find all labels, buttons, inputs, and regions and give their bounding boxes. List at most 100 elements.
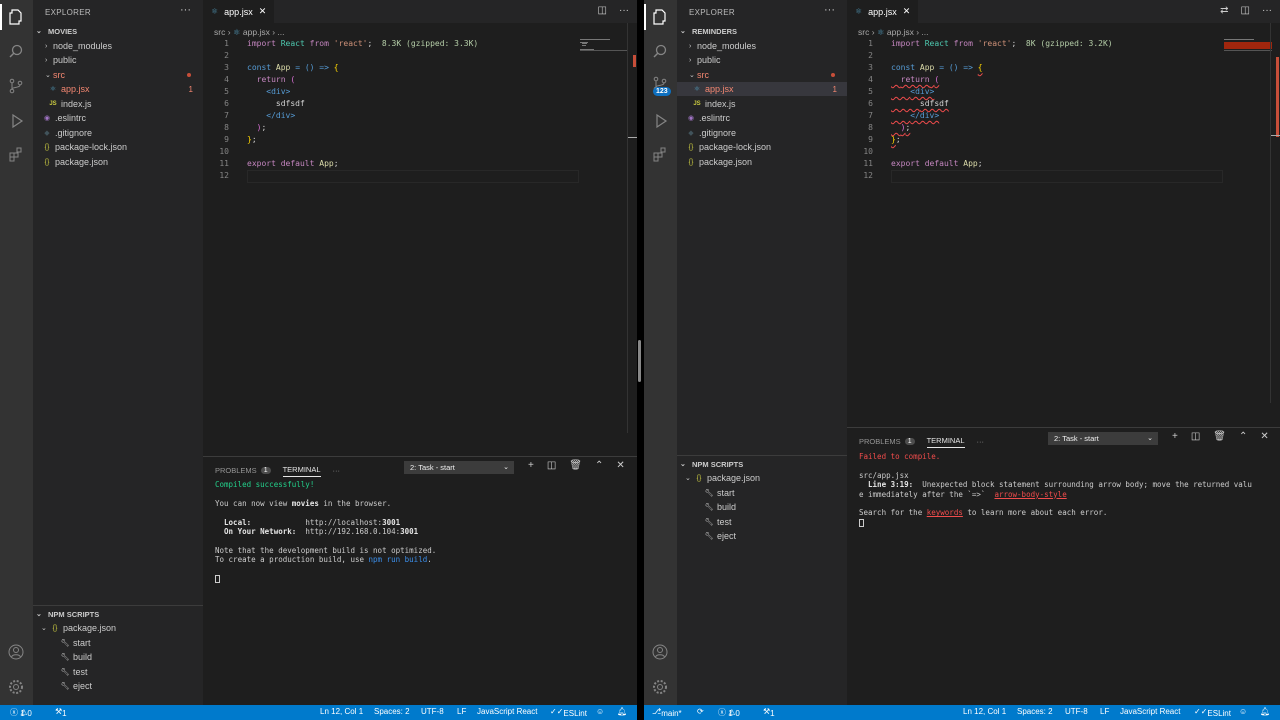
split-terminal-icon[interactable]: ◫ [1191,431,1200,442]
tree-item-src[interactable]: ⌄ src [33,68,203,82]
bell-icon[interactable]: 🔔︎ [617,707,627,716]
language-mode[interactable]: JavaScript React [1120,707,1180,716]
add-terminal-icon[interactable]: + [1172,431,1178,442]
end-of-line[interactable]: LF [1100,707,1109,716]
tab-terminal[interactable]: TERMINAL [926,434,965,448]
npm-script-test[interactable]: 🔧︎ test [677,515,847,529]
close-icon[interactable]: ✕ [903,6,911,17]
maximize-panel-icon[interactable]: ⌃ [595,460,603,471]
extensions-icon[interactable] [7,146,25,164]
breadcrumb-file[interactable]: app.jsx [887,27,914,37]
eslint-status[interactable]: ✓✓ ESLint [1194,707,1231,718]
eslint-status[interactable]: ✓✓ ESLint [550,707,587,718]
open-changes-icon[interactable]: ⇄ [1220,5,1228,16]
close-panel-icon[interactable]: ✕ [1260,431,1268,442]
account-icon[interactable] [651,643,669,661]
npm-script-test[interactable]: 🔧︎ test [33,665,203,679]
source-control-icon[interactable] [7,77,25,95]
breadcrumb-folder[interactable]: src [214,27,225,37]
tree-item-eslintrc[interactable]: ◉ .eslintrc [33,111,203,125]
bell-icon[interactable]: 🔔︎ [1260,707,1270,716]
feedback-icon[interactable]: ☺ [1239,707,1247,716]
close-icon[interactable]: ✕ [259,6,267,17]
tab-problems[interactable]: PROBLEMS 1 [859,434,915,448]
tab-problems[interactable]: PROBLEMS 1 [215,463,271,477]
npm-package-json[interactable]: ⌄ {} package.json [33,621,203,635]
terminal-link[interactable]: arrow-body-style [994,490,1066,499]
minimap[interactable] [580,38,628,58]
npm-scripts-header[interactable]: ⌄ NPM SCRIPTS [677,458,847,470]
more-actions-icon[interactable]: ··· [333,463,341,477]
breadcrumb-more[interactable]: ... [921,27,928,37]
tree-item-public[interactable]: › public [33,53,203,67]
encoding[interactable]: UTF-8 [1065,707,1088,716]
add-terminal-icon[interactable]: + [528,460,534,471]
tree-item-app-jsx[interactable]: ⚛ app.jsx 1 [33,82,203,96]
npm-script-build[interactable]: 🔧︎ build [677,500,847,514]
terminal-select[interactable]: 2: Task - start ⌄ [1048,432,1158,445]
indentation[interactable]: Spaces: 2 [374,707,410,716]
settings-gear-icon[interactable] [651,678,669,696]
tab-app-jsx[interactable]: ⚛ app.jsx ✕ [203,0,275,23]
breadcrumb-folder[interactable]: src [858,27,869,37]
split-terminal-icon[interactable]: ◫ [547,460,556,471]
npm-scripts-header[interactable]: ⌄ NPM SCRIPTS [33,608,203,620]
extensions-icon[interactable] [651,146,669,164]
files-icon[interactable] [0,4,25,30]
terminal-output[interactable]: Compiled successfully! You can now view … [215,480,436,584]
more-actions-icon[interactable]: ··· [977,434,985,448]
npm-script-eject[interactable]: 🔧︎ eject [33,679,203,693]
npm-script-build[interactable]: 🔧︎ build [33,650,203,664]
more-actions-icon[interactable]: ··· [180,4,191,16]
split-editor-icon[interactable]: ◫ [1241,5,1250,16]
trash-icon[interactable]: 🗑︎ [1213,431,1226,442]
problems-status[interactable]: ⓧ 1 ⚠ 0 [718,707,740,718]
tree-item-node-modules[interactable]: › node_modules [33,39,203,53]
tree-item-node-modules[interactable]: › node_modules [677,39,847,53]
tree-item-gitignore[interactable]: ◆ .gitignore [677,126,847,140]
window-split-handle[interactable] [638,340,641,382]
folder-header[interactable]: ⌄ MOVIES [33,25,203,37]
terminal-link[interactable]: keywords [927,508,963,517]
breadcrumb-file[interactable]: app.jsx [243,27,270,37]
terminal-select[interactable]: 2: Task - start ⌄ [404,461,514,474]
more-actions-icon[interactable]: ··· [824,4,835,16]
search-icon[interactable] [7,42,25,60]
branch-status[interactable]: ⎇ main* [652,707,682,718]
trash-icon[interactable]: 🗑︎ [569,460,582,471]
tree-item-src[interactable]: ⌄ src [677,68,847,82]
end-of-line[interactable]: LF [457,707,466,716]
minimap[interactable] [1224,38,1272,58]
run-debug-icon[interactable] [7,112,25,130]
tree-item-package-json[interactable]: {} package.json [33,155,203,169]
more-actions-icon[interactable]: ··· [1262,5,1272,16]
breadcrumb-more[interactable]: ... [277,27,284,37]
close-panel-icon[interactable]: ✕ [616,460,624,471]
npm-script-eject[interactable]: 🔧︎ eject [677,529,847,543]
npm-package-json[interactable]: ⌄ {} package.json [677,471,847,485]
indentation[interactable]: Spaces: 2 [1017,707,1053,716]
encoding[interactable]: UTF-8 [421,707,444,716]
editor-scrollbar[interactable] [1270,23,1280,403]
npm-script-start[interactable]: 🔧︎ start [677,486,847,500]
npm-script-start[interactable]: 🔧︎ start [33,636,203,650]
tree-item-package-lock[interactable]: {} package-lock.json [677,140,847,154]
problems-status[interactable]: ⓧ 1 ⚠ 0 [10,707,32,718]
editor-scrollbar[interactable] [627,23,637,433]
tree-item-gitignore[interactable]: ◆ .gitignore [33,126,203,140]
run-debug-icon[interactable] [651,112,669,130]
tree-item-eslintrc[interactable]: ◉ .eslintrc [677,111,847,125]
feedback-icon[interactable]: ☺ [596,707,604,716]
split-editor-icon[interactable]: ◫ [598,5,607,16]
terminal-output[interactable]: Failed to compile. src/app.jsx Line 3:19… [859,452,1252,527]
cursor-position[interactable]: Ln 12, Col 1 [963,707,1006,716]
ports-status[interactable]: ⚒ 1 [55,707,67,718]
account-icon[interactable] [7,643,25,661]
tree-item-package-lock[interactable]: {} package-lock.json [33,140,203,154]
sync-icon[interactable]: ⟳ [697,707,704,716]
tree-item-package-json[interactable]: {} package.json [677,155,847,169]
ports-status[interactable]: ⚒ 1 [763,707,775,718]
maximize-panel-icon[interactable]: ⌃ [1239,431,1247,442]
tree-item-index-js[interactable]: JS index.js [677,97,847,111]
folder-header[interactable]: ⌄ REMINDERS [677,25,847,37]
